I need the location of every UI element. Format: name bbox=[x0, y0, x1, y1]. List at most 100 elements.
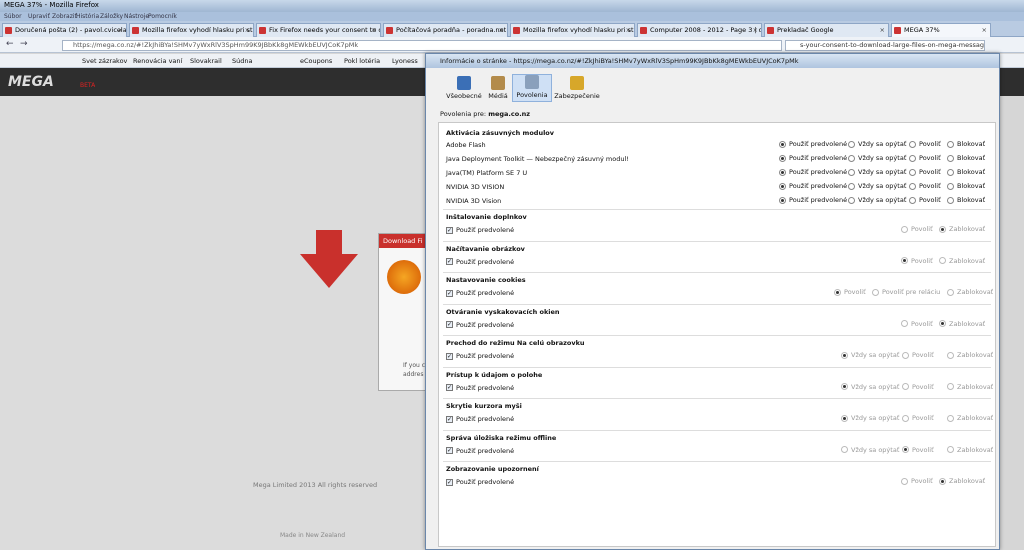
tab-close-icon[interactable]: × bbox=[118, 24, 123, 36]
permission-option-radio[interactable]: Zablokovať bbox=[947, 351, 993, 359]
use-default-checkbox[interactable]: ✓ Použiť predvolené bbox=[446, 226, 514, 234]
tab-7[interactable]: MEGA 37% × bbox=[891, 23, 991, 37]
checkbox-label: Použiť predvolené bbox=[456, 226, 515, 234]
checkbox-icon: ✓ bbox=[446, 384, 453, 391]
radio-icon bbox=[848, 140, 855, 148]
plugin-option-radio[interactable]: Povoliť bbox=[909, 196, 941, 204]
use-default-checkbox[interactable]: ✓ Použiť predvolené bbox=[446, 447, 514, 455]
popup-text-1: If you c bbox=[403, 362, 426, 369]
use-default-checkbox[interactable]: ✓ Použiť predvolené bbox=[446, 415, 514, 423]
permission-option-radio[interactable]: Zablokovať bbox=[947, 383, 993, 391]
plugin-option-radio[interactable]: Povoliť bbox=[909, 168, 941, 176]
bookmark-item[interactable]: Súdna bbox=[232, 57, 252, 65]
permission-option-radio[interactable]: Povoliť bbox=[901, 225, 933, 233]
use-default-checkbox[interactable]: ✓ Použiť predvolené bbox=[446, 352, 514, 360]
permission-option-radio[interactable]: Vždy sa opýtať bbox=[841, 351, 899, 359]
checkbox-icon: ✓ bbox=[446, 352, 453, 360]
tab-close-icon[interactable]: × bbox=[372, 24, 377, 36]
url-bar[interactable]: https://mega.co.nz/#!ZkJhiBYa!SHMv7yWxRl… bbox=[62, 40, 782, 51]
permission-option-radio[interactable]: Vždy sa opýtať bbox=[841, 414, 899, 422]
permission-option-radio[interactable]: Zablokovať bbox=[939, 320, 985, 328]
permission-option-radio[interactable]: Povoliť bbox=[902, 351, 934, 359]
plugin-option-radio[interactable]: Blokovať bbox=[947, 196, 985, 204]
radio-icon bbox=[909, 182, 916, 190]
plugin-option-radio[interactable]: Použiť predvolené bbox=[779, 196, 847, 204]
menu-item-0[interactable]: Súbor bbox=[4, 12, 22, 21]
bookmark-item[interactable]: Renovácia vaní bbox=[133, 57, 182, 65]
permission-option-radio[interactable]: Povoliť bbox=[901, 320, 933, 328]
use-default-checkbox[interactable]: ✓ Použiť predvolené bbox=[446, 478, 514, 486]
plugin-option-radio[interactable]: Vždy sa opýtať bbox=[848, 182, 906, 190]
menu-item-2[interactable]: Zobraziť bbox=[52, 12, 77, 21]
plugin-option-radio[interactable]: Blokovať bbox=[947, 168, 985, 176]
menu-item-5[interactable]: Nástroje bbox=[124, 12, 149, 21]
menu-item-4[interactable]: Záložky bbox=[100, 12, 123, 21]
use-default-checkbox[interactable]: ✓ Použiť predvolené bbox=[446, 384, 514, 392]
bookmark-item[interactable]: Svet zázrakov bbox=[82, 57, 127, 65]
search-bar[interactable]: s-your-consent-to-download-large-files-o… bbox=[785, 40, 985, 51]
forward-button[interactable]: → bbox=[20, 39, 28, 49]
permission-option-radio[interactable]: Zablokovať bbox=[939, 257, 985, 265]
plugin-option-radio[interactable]: Blokovať bbox=[947, 182, 985, 190]
permission-option-radio[interactable]: Zablokovať bbox=[947, 288, 993, 296]
back-button[interactable]: ← bbox=[6, 39, 14, 49]
plugin-option-radio[interactable]: Povoliť bbox=[909, 140, 941, 148]
tab-6[interactable]: Prekladač Google × bbox=[764, 23, 889, 37]
section-title: Nastavovanie cookies bbox=[446, 276, 526, 284]
tab-1[interactable]: Mozilla firefox vyhodí hlasku pri st... × bbox=[129, 23, 254, 37]
permission-option-radio[interactable]: Povoliť bbox=[901, 257, 933, 265]
radio-label: Vždy sa opýtať bbox=[858, 168, 907, 176]
bookmark-item[interactable]: eCoupons bbox=[300, 57, 332, 65]
permission-option-radio[interactable]: Vždy sa opýtať bbox=[841, 383, 899, 391]
plugin-option-radio[interactable]: Povoliť bbox=[909, 154, 941, 162]
plugin-option-radio[interactable]: Blokovať bbox=[947, 154, 985, 162]
permission-option-radio[interactable]: Povoliť bbox=[901, 477, 933, 485]
tab-2[interactable]: Fix Firefox needs your consent to d... × bbox=[256, 23, 381, 37]
plugin-option-radio[interactable]: Vždy sa opýtať bbox=[848, 196, 906, 204]
permission-option-radio[interactable]: Povoliť bbox=[834, 288, 866, 296]
tab-4[interactable]: Mozilla firefox vyhodí hlasku pri st... × bbox=[510, 23, 635, 37]
bookmark-item[interactable]: Lyoness bbox=[392, 57, 418, 65]
plugin-option-radio[interactable]: Vždy sa opýtať bbox=[848, 168, 906, 176]
tab-permissions[interactable]: Povolenia bbox=[512, 74, 552, 102]
permission-option-radio[interactable]: Povoliť bbox=[902, 414, 934, 422]
radio-label: Povoliť bbox=[911, 477, 933, 485]
plugin-option-radio[interactable]: Vždy sa opýtať bbox=[848, 154, 906, 162]
plugin-option-radio[interactable]: Použiť predvolené bbox=[779, 154, 847, 162]
use-default-checkbox[interactable]: ✓ Použiť predvolené bbox=[446, 258, 514, 266]
plugin-option-radio[interactable]: Použiť predvolené bbox=[779, 168, 847, 176]
tab-5[interactable]: Computer 2008 - 2012 - Page 3 | d... × bbox=[637, 23, 762, 37]
tab-close-icon[interactable]: × bbox=[753, 24, 758, 36]
use-default-checkbox[interactable]: ✓ Použiť predvolené bbox=[446, 321, 514, 329]
menu-item-1[interactable]: Upraviť bbox=[28, 12, 50, 21]
tab-close-icon[interactable]: × bbox=[245, 24, 250, 36]
tab-close-icon[interactable]: × bbox=[982, 24, 987, 36]
tab-close-icon[interactable]: × bbox=[499, 24, 504, 36]
tab-3[interactable]: Počítačová poradňa - poradna.net × bbox=[383, 23, 508, 37]
permission-option-radio[interactable]: Povoliť pre reláciu bbox=[872, 288, 940, 296]
checkbox-icon: ✓ bbox=[446, 478, 453, 486]
permission-option-radio[interactable]: Povoliť bbox=[902, 446, 934, 454]
window-title: MEGA 37% - Mozilla Firefox bbox=[4, 1, 99, 9]
permission-option-radio[interactable]: Povoliť bbox=[902, 383, 934, 391]
plugin-option-radio[interactable]: Blokovať bbox=[947, 140, 985, 148]
menu-item-3[interactable]: História bbox=[76, 12, 99, 21]
permission-option-radio[interactable]: Zablokovať bbox=[939, 225, 985, 233]
tab-security[interactable]: Zabezpečenie bbox=[554, 76, 600, 100]
bookmark-item[interactable]: Slovakrail bbox=[190, 57, 222, 65]
menu-item-6[interactable]: Pomocník bbox=[148, 12, 177, 21]
tab-close-icon[interactable]: × bbox=[626, 24, 631, 36]
plugin-option-radio[interactable]: Použiť predvolené bbox=[779, 140, 847, 148]
permission-option-radio[interactable]: Zablokovať bbox=[947, 414, 993, 422]
use-default-checkbox[interactable]: ✓ Použiť predvolené bbox=[446, 289, 514, 297]
tab-0[interactable]: Doručená pošta (2) - pavol.cvicela... × bbox=[2, 23, 127, 37]
plugin-option-radio[interactable]: Použiť predvolené bbox=[779, 182, 847, 190]
permission-option-radio[interactable]: Zablokovať bbox=[939, 477, 985, 485]
permission-option-radio[interactable]: Vždy sa opýtať bbox=[841, 446, 899, 454]
plugin-option-radio[interactable]: Vždy sa opýtať bbox=[848, 140, 906, 148]
permission-option-radio[interactable]: Zablokovať bbox=[947, 446, 993, 454]
bookmark-item[interactable]: Pokl lotéria bbox=[344, 57, 380, 65]
plugin-option-radio[interactable]: Povoliť bbox=[909, 182, 941, 190]
tab-close-icon[interactable]: × bbox=[880, 24, 885, 36]
permissions-icon bbox=[525, 75, 539, 89]
